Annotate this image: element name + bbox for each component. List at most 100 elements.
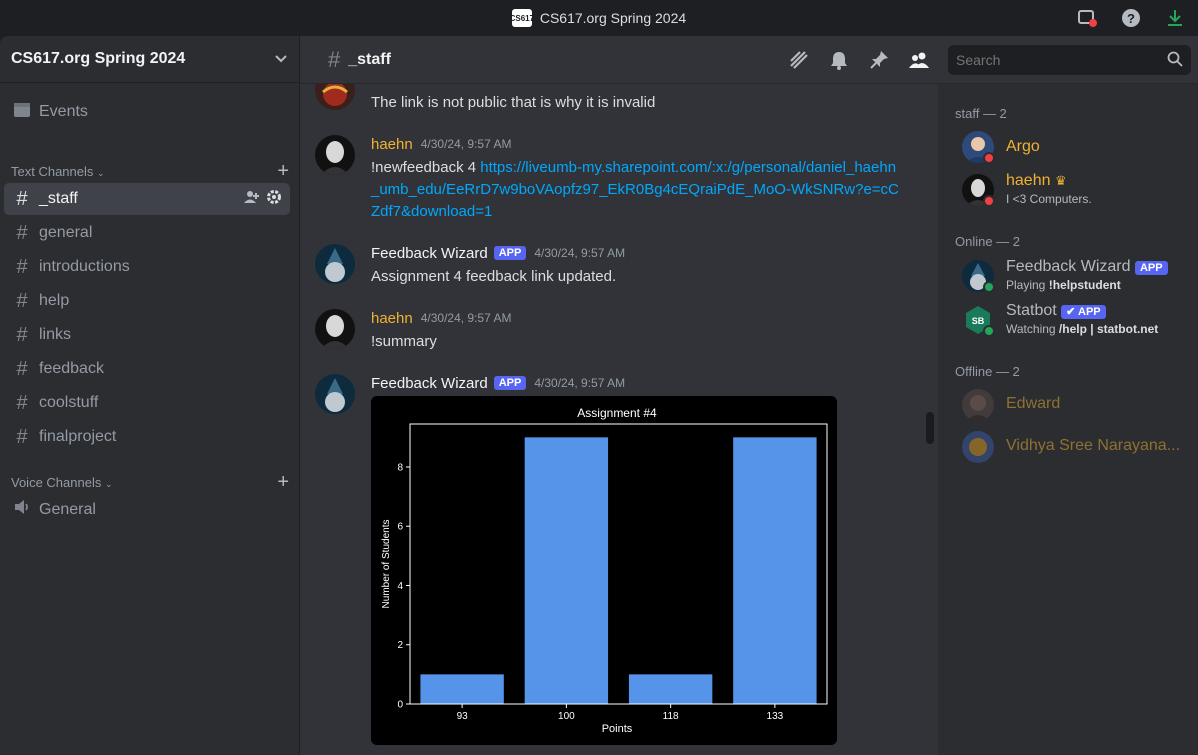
window-title: CS617.org Spring 2024	[539, 10, 687, 26]
member-name: Edward	[1006, 395, 1061, 412]
online-status-icon	[983, 325, 995, 337]
activity-name: /help | statbot.net	[1058, 322, 1159, 336]
message-list: The link is not public that is why it is…	[300, 84, 938, 755]
pin-icon[interactable]	[868, 49, 890, 71]
dnd-status-icon	[983, 152, 995, 164]
voice-channels-category[interactable]: Voice Channels ⌄ +	[11, 471, 289, 494]
y-axis-label: Number of Students	[381, 520, 392, 609]
app-badge: APP	[1134, 261, 1168, 275]
message-text: !newfeedback 4 https://liveumb-my.sharep…	[371, 157, 901, 223]
svg-text:?: ?	[1127, 11, 1135, 26]
channel-item-finalproject[interactable]: # finalproject	[4, 421, 290, 453]
chart-title: Assignment #4	[577, 406, 657, 420]
avatar[interactable]	[315, 309, 355, 349]
message-text: The link is not public that is why it is…	[371, 94, 656, 111]
voice-channel-general[interactable]: General	[4, 494, 290, 526]
text-channels-category[interactable]: Text Channels ⌄ +	[11, 160, 289, 183]
category-label: Text Channels	[11, 163, 94, 179]
channel-label: help	[39, 292, 70, 309]
hash-icon: #	[16, 425, 28, 448]
avatar[interactable]	[315, 244, 355, 284]
chart-bar	[733, 437, 817, 704]
chart-bar	[628, 674, 713, 704]
author-name[interactable]: Feedback Wizard	[371, 375, 488, 392]
author-name[interactable]: Feedback Wizard	[371, 245, 488, 262]
author-name[interactable]: haehn	[371, 310, 413, 327]
member-item-argo[interactable]: Argo	[962, 131, 1192, 171]
chart-image[interactable]: Assignment #4 Points Number of Students …	[371, 396, 837, 745]
member-item-feedback-wizard[interactable]: Feedback Wizard APP Playing !helpstudent	[962, 258, 1192, 300]
channel-item-general[interactable]: # general	[4, 217, 290, 249]
locked-hash-icon: #	[328, 46, 341, 72]
online-status-icon	[983, 281, 995, 293]
channel-label: links	[39, 326, 72, 343]
channel-item-coolstuff[interactable]: # coolstuff	[4, 387, 290, 419]
help-icon[interactable]: ?	[1120, 7, 1142, 29]
channel-label: _staff	[39, 190, 78, 207]
threads-icon[interactable]	[788, 49, 810, 71]
chevron-down-icon	[274, 51, 288, 67]
member-list: staff — 2 Argo haehn ♛ I <3 Computers. O…	[938, 84, 1198, 755]
channel-item-staff[interactable]: # _staff	[4, 183, 290, 215]
member-item-vidhya[interactable]: Vidhya Sree Narayana...	[962, 431, 1192, 471]
avatar[interactable]	[315, 135, 355, 175]
inbox-icon[interactable]	[1076, 7, 1098, 29]
timestamp: 4/30/24, 9:57 AM	[534, 246, 626, 260]
channel-item-feedback[interactable]: # feedback	[4, 353, 290, 385]
activity-prefix: Watching	[1006, 322, 1059, 336]
member-name: Vidhya Sree Narayana...	[1006, 437, 1181, 454]
hash-icon: #	[16, 221, 28, 244]
timestamp: 4/30/24, 9:57 AM	[420, 137, 512, 151]
locked-hash-icon: #	[16, 187, 28, 210]
channel-label: general	[39, 224, 93, 241]
verified-app-badge: ✔ APP	[1061, 305, 1106, 319]
channel-label: coolstuff	[39, 394, 99, 411]
timestamp: 4/30/24, 9:57 AM	[534, 376, 626, 390]
channel-label: introductions	[39, 258, 130, 275]
members-icon[interactable]	[908, 49, 930, 71]
channel-item-links[interactable]: # links	[4, 319, 290, 351]
gear-icon[interactable]	[266, 189, 282, 210]
invite-icon[interactable]	[244, 189, 260, 210]
y-tick-label: 2	[397, 640, 403, 651]
chart-bar	[420, 674, 504, 704]
search-input[interactable]	[956, 52, 1167, 68]
channel-item-help[interactable]: # help	[4, 285, 290, 317]
download-icon[interactable]	[1164, 7, 1186, 29]
member-name-row: Statbot ✔ APP	[1006, 302, 1106, 320]
member-item-statbot[interactable]: SB Statbot ✔ APP Watching /help | statbo…	[962, 302, 1192, 344]
avatar[interactable]	[315, 84, 355, 110]
avatar[interactable]	[315, 374, 355, 414]
hash-icon: #	[16, 391, 28, 414]
member-name: Argo	[1006, 138, 1040, 155]
channel-title: _staff	[348, 50, 391, 68]
scrollbar-thumb[interactable]	[926, 412, 934, 444]
y-tick-label: 8	[397, 462, 403, 473]
chevron-down-icon: ⌄	[104, 478, 113, 489]
server-header[interactable]: CS617.org Spring 2024	[0, 36, 299, 83]
y-tick-label: 4	[397, 581, 403, 592]
message-text: !summary	[371, 333, 437, 350]
hash-icon: #	[16, 357, 28, 380]
hash-icon: #	[16, 289, 28, 312]
add-channel-icon[interactable]: +	[277, 471, 289, 494]
server-name: CS617.org Spring 2024	[11, 50, 186, 67]
events-label: Events	[39, 103, 88, 120]
search-box[interactable]	[948, 45, 1191, 75]
member-name: Statbot	[1006, 302, 1057, 319]
bell-icon[interactable]	[828, 49, 850, 71]
member-item-haehn[interactable]: haehn ♛ I <3 Computers.	[962, 172, 1192, 214]
member-item-edward[interactable]: Edward	[962, 389, 1192, 429]
channel-item-introductions[interactable]: # introductions	[4, 251, 290, 283]
member-activity: Playing !helpstudent	[1006, 278, 1121, 292]
events-item[interactable]: Events	[4, 96, 290, 128]
x-axis-label: Points	[602, 723, 633, 735]
member-category: staff — 2	[955, 106, 1007, 121]
add-channel-icon[interactable]: +	[277, 160, 289, 183]
author-name[interactable]: haehn	[371, 136, 413, 153]
x-tick-label: 93	[457, 711, 469, 722]
avatar	[962, 431, 994, 463]
channel-label: General	[39, 501, 96, 518]
chat-header: # _staff	[300, 36, 1198, 84]
member-status-text: I <3 Computers.	[1006, 192, 1092, 206]
